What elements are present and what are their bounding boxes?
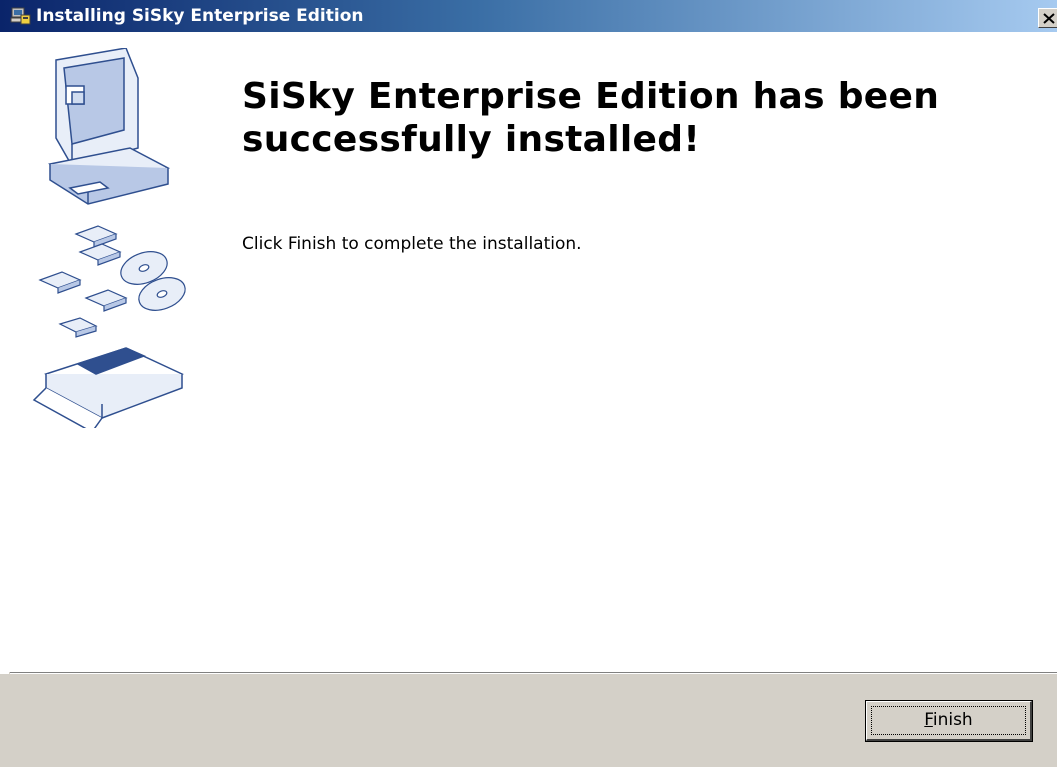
installer-window: Installing SiSky Enterprise Edition SiSk… <box>0 0 1057 767</box>
finish-label-rest: inish <box>932 710 973 730</box>
page-title: SiSky Enterprise Edition has been succes… <box>242 76 940 160</box>
finish-button-label: Finish <box>867 710 1030 730</box>
close-icon <box>1043 13 1055 24</box>
finish-button[interactable]: Finish <box>865 700 1033 742</box>
title-bar[interactable]: Installing SiSky Enterprise Edition <box>0 0 1057 32</box>
window-title: Installing SiSky Enterprise Edition <box>36 6 364 26</box>
computer-disks-illustration <box>26 47 196 433</box>
finish-accelerator: F <box>924 710 933 730</box>
close-button[interactable] <box>1038 8 1057 28</box>
installer-icon <box>10 6 32 26</box>
instruction-text: Click Finish to complete the installatio… <box>242 234 582 254</box>
